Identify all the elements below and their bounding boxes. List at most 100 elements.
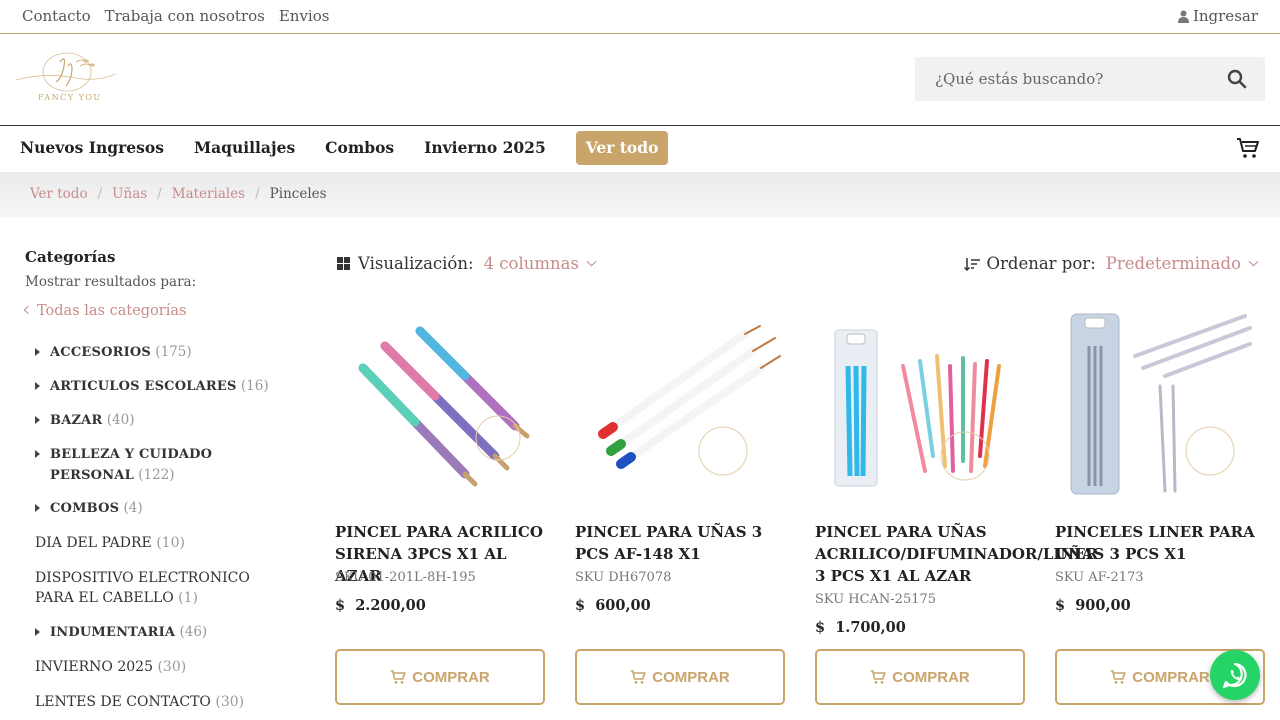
all-categories-label: Todas las categorías	[37, 303, 187, 319]
all-categories-link[interactable]: Todas las categorías	[23, 303, 285, 319]
sort-value[interactable]: Predeterminado	[1106, 254, 1241, 273]
category-lentes[interactable]: LENTES DE CONTACTO (30)	[35, 692, 244, 712]
category-sidebar: Categorías Mostrar resultados para: Toda…	[23, 248, 285, 319]
buy-label: COMPRAR	[412, 668, 490, 686]
view-label: Visualización:	[358, 254, 474, 273]
search-icon[interactable]	[1227, 69, 1247, 89]
site-header: FANCY YOU	[0, 34, 1280, 126]
price-value: 600,00	[595, 597, 651, 614]
category-dia-del-padre[interactable]: DIA DEL PADRE (10)	[35, 533, 185, 553]
nav-item-new[interactable]: Nuevos Ingresos	[20, 131, 164, 165]
nav-item-combos[interactable]: Combos	[325, 131, 394, 165]
currency-symbol: $	[575, 597, 586, 614]
whatsapp-button[interactable]	[1210, 650, 1260, 700]
view-value[interactable]: 4 columnas	[484, 254, 579, 273]
price-value: 900,00	[1075, 597, 1131, 614]
product-price: $ 1.700,00	[815, 619, 906, 636]
buy-label: COMPRAR	[652, 668, 730, 686]
cart-icon	[630, 670, 647, 684]
buy-label: COMPRAR	[892, 668, 970, 686]
product-sku: SKU HCAN-25175	[815, 592, 937, 607]
buy-button[interactable]: COMPRAR	[815, 649, 1025, 705]
buy-label: COMPRAR	[1132, 668, 1210, 686]
category-invierno[interactable]: INVIERNO 2025 (30)	[35, 657, 186, 677]
cart-icon	[870, 670, 887, 684]
contact-link[interactable]: Contacto	[22, 7, 91, 25]
breadcrumb-separator: /	[97, 186, 103, 202]
product-image[interactable]	[575, 306, 785, 506]
product-image[interactable]	[1055, 306, 1265, 506]
category-accesorios[interactable]: ACCESORIOS (175)	[35, 342, 192, 363]
nav-item-winter[interactable]: Invierno 2025	[424, 131, 546, 165]
breadcrumb-separator: /	[255, 186, 260, 202]
category-bazar[interactable]: BAZAR (40)	[35, 410, 134, 431]
cart-icon[interactable]	[1236, 136, 1260, 160]
top-bar: Contacto Trabaja con nosotros Envios Ing…	[0, 0, 1280, 34]
top-links: Contacto Trabaja con nosotros Envios	[22, 7, 329, 25]
nav-item-view-all[interactable]: Ver todo	[575, 131, 669, 165]
sidebar-subtitle: Mostrar resultados para:	[25, 274, 197, 290]
category-dispositivo-electronico[interactable]: DISPOSITIVO ELECTRONICO PARA EL CABELLO …	[35, 568, 285, 608]
product-name[interactable]: PINCELES LINER PARA UÑAS 3 PCS X1	[1055, 521, 1273, 565]
chevron-left-icon	[23, 305, 33, 315]
breadcrumb-nails[interactable]: Uñas	[112, 186, 147, 202]
search-box	[915, 57, 1265, 101]
logo-text: FANCY YOU	[38, 93, 102, 102]
caret-right-icon	[35, 348, 40, 356]
price-value: 1.700,00	[835, 619, 906, 636]
category-combos[interactable]: COMBOS (4)	[35, 498, 143, 519]
product-sku: SKU DH67078	[575, 570, 672, 585]
caret-right-icon	[35, 504, 40, 512]
nav-item-makeup[interactable]: Maquillajes	[194, 131, 295, 165]
currency-symbol: $	[335, 597, 346, 614]
product-card: PINCEL PARA UÑAS ACRILICO/DIFUMINADOR/LI…	[815, 306, 1098, 705]
cart-icon	[390, 670, 407, 684]
cart-icon	[1110, 670, 1127, 684]
product-sku: SKU 01-201L-8H-195	[335, 570, 476, 585]
product-image[interactable]	[335, 306, 545, 506]
breadcrumb-separator: /	[157, 186, 162, 202]
currency-symbol: $	[1055, 597, 1066, 614]
search-input[interactable]	[915, 57, 1215, 101]
caret-right-icon	[35, 382, 40, 390]
product-card: PINCELES LINER PARA UÑAS 3 PCS X1 SKU AF…	[1055, 306, 1265, 705]
caret-right-icon	[35, 628, 40, 636]
buy-button[interactable]: COMPRAR	[575, 649, 785, 705]
grid-icon	[337, 257, 350, 270]
product-price: $ 900,00	[1055, 597, 1131, 614]
product-card: PINCEL PARA ACRILICO SIRENA 3PCS X1 AL A…	[335, 306, 545, 705]
careers-link[interactable]: Trabaja con nosotros	[105, 7, 265, 25]
shipping-link[interactable]: Envios	[279, 7, 330, 25]
view-selector[interactable]: Visualización: 4 columnas	[337, 254, 597, 273]
price-value: 2.200,00	[355, 597, 426, 614]
breadcrumb-current: Pinceles	[269, 186, 327, 202]
store-logo[interactable]: FANCY YOU	[15, 52, 118, 108]
breadcrumb-view-all[interactable]: Ver todo	[30, 186, 88, 202]
product-sku: SKU AF-2173	[1055, 570, 1144, 585]
breadcrumb-materials[interactable]: Materiales	[172, 186, 245, 202]
product-name[interactable]: PINCEL PARA UÑAS ACRILICO/DIFUMINADOR/LI…	[815, 521, 1098, 587]
category-belleza[interactable]: BELLEZA Y CUIDADO PERSONAL (122)	[35, 444, 280, 486]
currency-symbol: $	[815, 619, 826, 636]
chevron-down-icon	[586, 256, 597, 267]
chevron-down-icon	[1248, 256, 1259, 267]
caret-right-icon	[35, 450, 40, 458]
product-image[interactable]	[815, 306, 1025, 506]
whatsapp-icon	[1222, 662, 1247, 689]
category-articulos-escolares[interactable]: ARTICULOS ESCOLARES (16)	[35, 376, 269, 397]
sort-label: Ordenar por:	[986, 254, 1096, 273]
login-link[interactable]: Ingresar	[1177, 7, 1258, 25]
product-name[interactable]: PINCEL PARA UÑAS 3 PCS AF-148 X1	[575, 521, 793, 565]
user-icon	[1177, 10, 1189, 23]
product-card: PINCEL PARA UÑAS 3 PCS AF-148 X1 SKU DH6…	[575, 306, 785, 705]
product-price: $ 600,00	[575, 597, 651, 614]
product-price: $ 2.200,00	[335, 597, 426, 614]
breadcrumb: Ver todo / Uñas / Materiales / Pinceles	[0, 172, 1280, 217]
caret-right-icon	[35, 416, 40, 424]
sort-selector[interactable]: Ordenar por: Predeterminado	[964, 254, 1259, 273]
login-label: Ingresar	[1192, 7, 1258, 25]
sidebar-title: Categorías	[25, 248, 116, 266]
buy-button[interactable]: COMPRAR	[335, 649, 545, 705]
sort-icon	[964, 257, 981, 271]
category-indumentaria[interactable]: INDUMENTARIA (46)	[35, 622, 207, 643]
